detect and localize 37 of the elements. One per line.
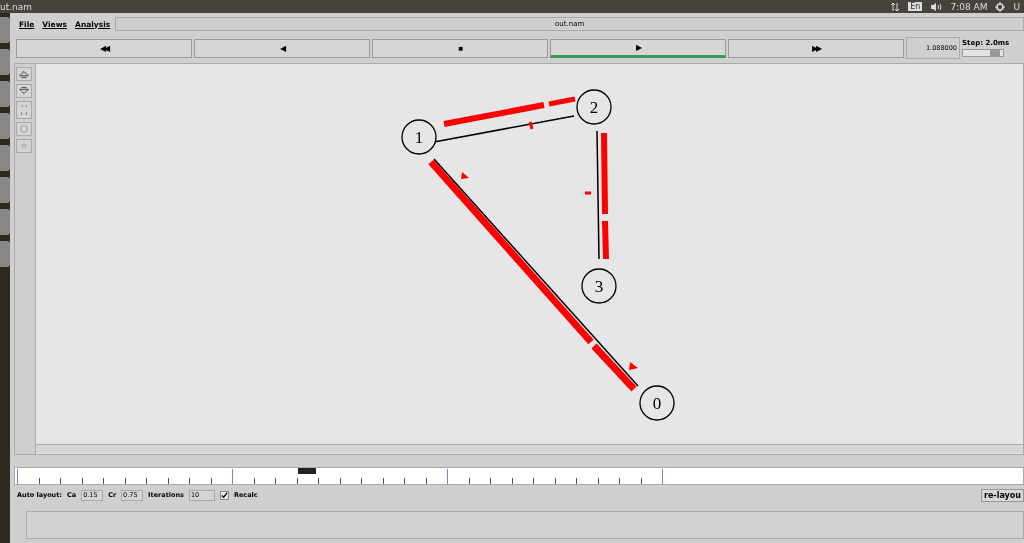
network-node[interactable]: 1 [401,119,437,155]
playback-button[interactable]: ▶▶ [728,38,904,58]
network-node[interactable]: 0 [639,385,675,421]
app-icon[interactable] [0,145,10,171]
playback-button[interactable]: ◀ [194,38,370,58]
network-arrows-icon[interactable] [890,1,901,12]
window-title: ut.nam [0,1,33,12]
app-icon[interactable] [0,81,10,107]
packet [585,191,591,195]
packet [461,172,469,179]
timeline-thumb[interactable] [298,468,317,474]
packet [629,362,638,370]
app-icon[interactable] [0,17,10,43]
timeline-slider[interactable] [14,467,1024,485]
packet [528,121,534,130]
checkbox[interactable] [219,490,229,500]
app-icon[interactable] [0,113,10,139]
step-slider[interactable] [962,49,1004,57]
speaker-icon[interactable] [930,1,943,12]
app-icon[interactable] [0,241,10,267]
slider-thumb[interactable] [990,50,1000,56]
network-node[interactable]: 2 [576,89,612,125]
zoom-out-icon[interactable] [16,84,32,98]
app-icon[interactable] [0,177,10,203]
gear-icon[interactable] [995,1,1006,12]
horizontal-scrollbar[interactable] [36,444,1023,453]
re-layout-button[interactable]: re-layou [981,488,1024,502]
playback-button[interactable]: ▶ [550,38,726,58]
network-node[interactable]: 3 [581,268,617,304]
keyboard-indicator[interactable]: En [908,2,923,11]
app-icon[interactable] [0,209,10,235]
clock[interactable]: 7:08 AM [950,1,988,12]
user-name[interactable]: U [1013,1,1020,12]
zoom-in-icon[interactable] [16,67,32,81]
playback-button[interactable]: ■ [372,38,548,58]
app-icon[interactable] [0,49,10,75]
playback-button[interactable]: ◀◀ [16,38,192,58]
